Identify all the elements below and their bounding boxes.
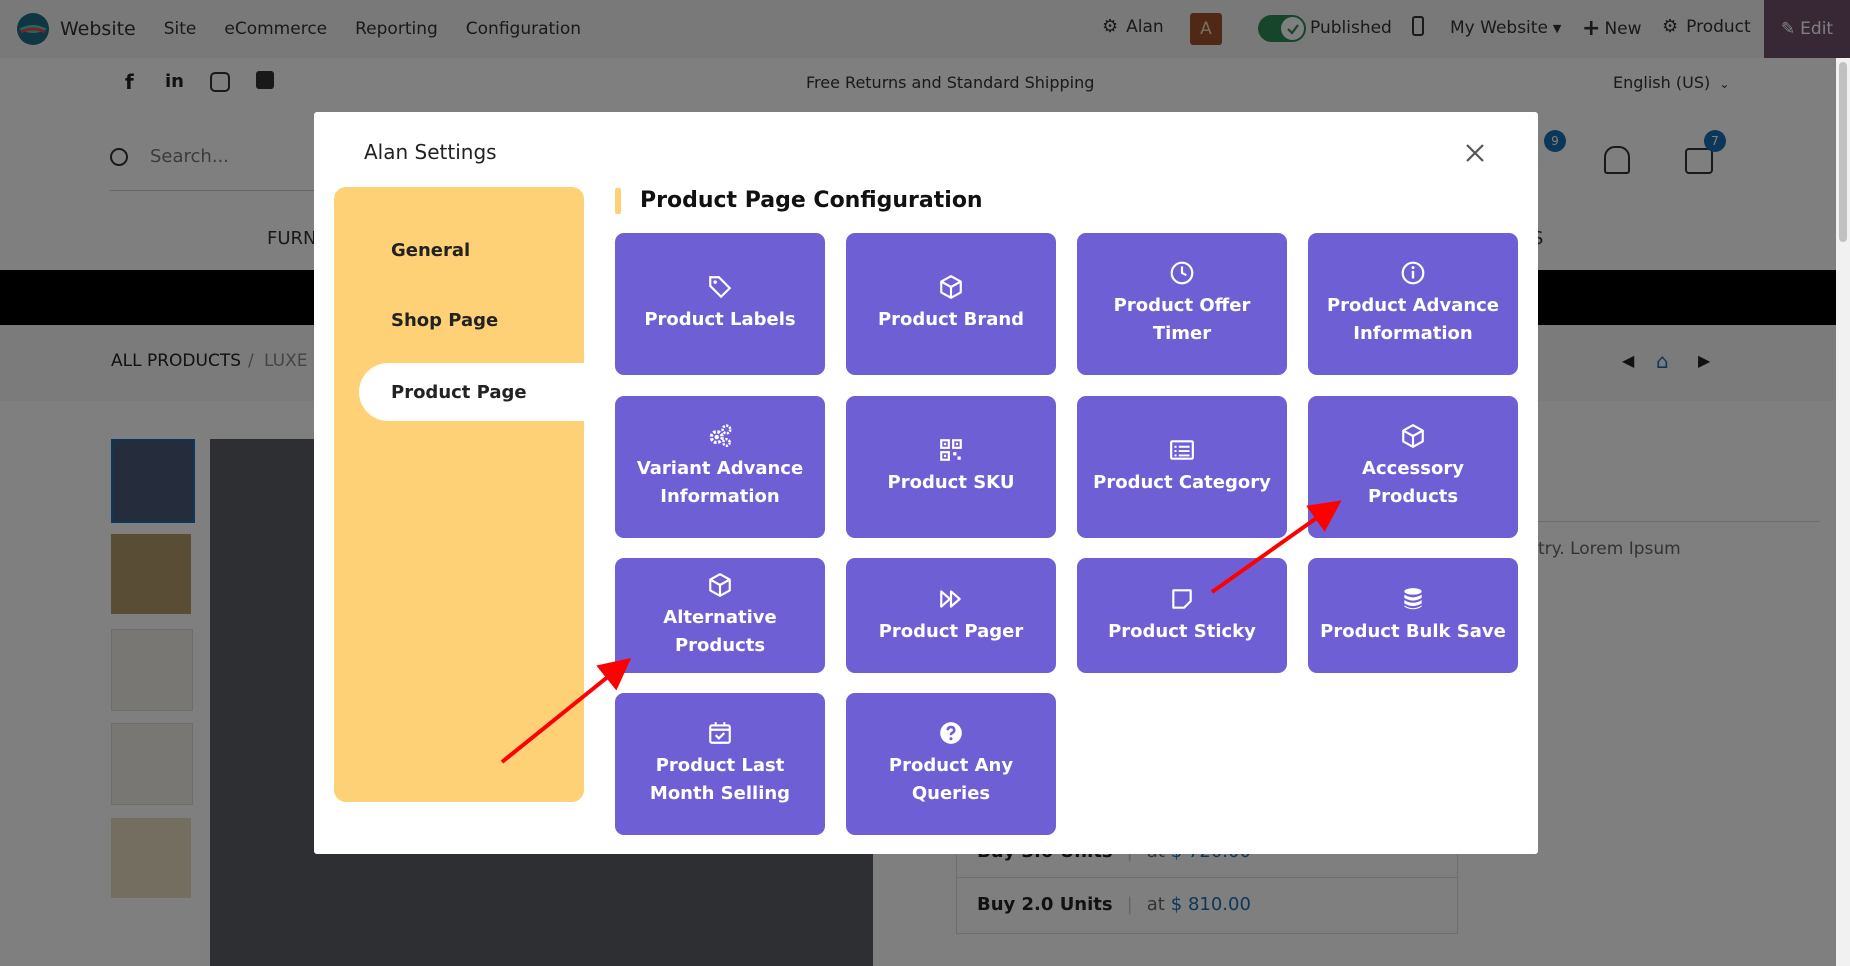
settings-sidebar: General Shop Page Product Page: [334, 187, 584, 802]
qr-code-icon: [940, 439, 962, 461]
info-icon: [1401, 261, 1425, 285]
sidebar-item-shop-page[interactable]: Shop Page: [391, 310, 498, 331]
tile-product-advance-information[interactable]: Product Advance Information: [1308, 233, 1518, 375]
database-icon: [1404, 587, 1422, 609]
tile-label: Product Pager: [878, 620, 1024, 642]
tile-label: Product SKU: [887, 472, 1015, 493]
tile-label: Product Any Queries: [888, 755, 1014, 804]
tile-product-offer-timer[interactable]: Product Offer Timer: [1077, 233, 1287, 375]
tile-accessory-products[interactable]: Accessory Products: [1308, 396, 1518, 538]
tile-label: Product Last Month Selling: [649, 755, 791, 804]
list-icon: [1170, 440, 1194, 460]
tile-product-last-month-selling[interactable]: Product Last Month Selling: [615, 693, 825, 835]
tile-label: Alternative Products: [663, 606, 777, 656]
box-icon: [1402, 424, 1424, 448]
tile-product-sku[interactable]: Product SKU: [846, 396, 1056, 538]
tile-product-bulk-save[interactable]: Product Bulk Save: [1308, 558, 1518, 673]
tile-variant-advance-information[interactable]: Variant Advance Information: [615, 396, 825, 538]
calendar-check-icon: [709, 722, 731, 744]
tile-label: Product Category: [1093, 472, 1271, 493]
dialog-title: Alan Settings: [364, 140, 497, 164]
fast-forward-icon: [940, 589, 961, 608]
tile-label: Product Advance Information: [1326, 295, 1500, 344]
settings-dialog: Alan Settings General Shop Page Product …: [314, 112, 1538, 854]
box-icon: [709, 572, 731, 597]
tile-label: Product Labels: [644, 309, 796, 330]
section-accent-bar: [615, 188, 621, 214]
section-title: Product Page Configuration: [640, 188, 983, 213]
tile-label: Accessory Products: [1362, 458, 1464, 507]
tile-product-pager[interactable]: Product Pager: [846, 558, 1056, 673]
scrollbar-thumb[interactable]: [1839, 62, 1847, 242]
tile-product-any-queries[interactable]: Product Any Queries: [846, 693, 1056, 835]
clock-icon: [1170, 261, 1194, 285]
tile-alternative-products[interactable]: Alternative Products: [615, 558, 825, 673]
tile-product-brand[interactable]: Product Brand: [846, 233, 1056, 375]
tag-icon: [709, 276, 732, 299]
tile-product-labels[interactable]: Product Labels: [615, 233, 825, 375]
sticky-note-icon: [1172, 588, 1192, 609]
gears-icon: [709, 424, 732, 447]
tile-label: Product Bulk Save: [1320, 620, 1506, 642]
question-icon: [940, 722, 962, 744]
box-icon: [940, 275, 962, 299]
tile-label: Variant Advance Information: [636, 458, 804, 507]
tile-label: Product Sticky: [1108, 620, 1256, 642]
tile-product-sticky[interactable]: Product Sticky: [1077, 558, 1287, 673]
tile-product-category[interactable]: Product Category: [1077, 396, 1287, 538]
close-icon: [1466, 144, 1484, 162]
close-button[interactable]: [1460, 138, 1490, 168]
tile-label: Product Offer Timer: [1113, 295, 1251, 344]
tile-label: Product Brand: [877, 309, 1025, 330]
sidebar-item-product-page[interactable]: Product Page: [359, 363, 584, 421]
sidebar-item-general[interactable]: General: [391, 240, 470, 261]
